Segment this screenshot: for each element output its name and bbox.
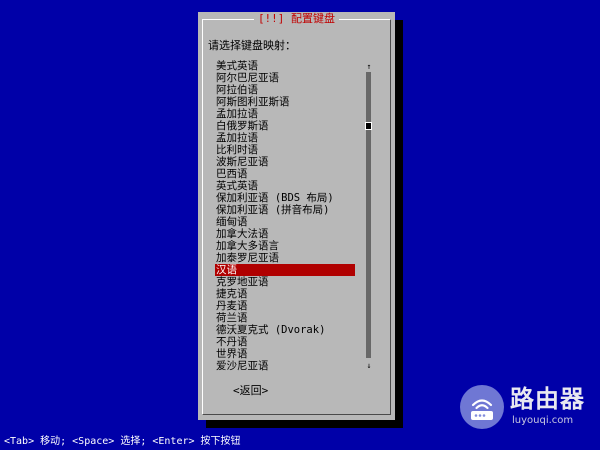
list-item[interactable]: 孟加拉语 bbox=[215, 108, 355, 120]
status-bar-help: <Tab> 移动; <Space> 选择; <Enter> 按下按钮 bbox=[4, 436, 241, 447]
dialog-title-text: [!!] 配置键盘 bbox=[253, 12, 340, 25]
router-icon bbox=[460, 385, 504, 429]
list-item[interactable]: 阿斯图利亚斯语 bbox=[215, 96, 355, 108]
list-item[interactable]: 孟加拉语 bbox=[215, 132, 355, 144]
list-item[interactable]: 世界语 bbox=[215, 348, 355, 360]
list-item[interactable]: 捷克语 bbox=[215, 288, 355, 300]
watermark-url: luyouqi.com bbox=[512, 415, 574, 426]
list-item[interactable]: 加拿大多语言 bbox=[215, 240, 355, 252]
list-item[interactable]: 波斯尼亚语 bbox=[215, 156, 355, 168]
list-item[interactable]: 阿拉伯语 bbox=[215, 84, 355, 96]
list-item[interactable]: 阿尔巴尼亚语 bbox=[215, 72, 355, 84]
back-button[interactable]: <返回> bbox=[233, 382, 268, 398]
keymap-list[interactable]: 美式英语 阿尔巴尼亚语 阿拉伯语 阿斯图利亚斯语 孟加拉语 白俄罗斯语 孟加拉语 比利时语 波斯… bbox=[215, 60, 355, 372]
list-item[interactable]: 比利时语 bbox=[215, 144, 355, 156]
list-item[interactable]: 美式英语 bbox=[215, 60, 355, 72]
keymap-prompt: 请选择键盘映射： bbox=[208, 39, 296, 52]
list-item[interactable]: 爱沙尼亚语 bbox=[215, 360, 355, 372]
watermark-name: 路由器 bbox=[510, 385, 585, 413]
dialog-title: [!!] 配置键盘 bbox=[198, 12, 395, 26]
scrollbar-thumb[interactable] bbox=[365, 122, 372, 130]
list-item[interactable]: 保加利亚语 (BDS 布局) bbox=[215, 192, 355, 204]
list-item[interactable]: 加拿大法语 bbox=[215, 228, 355, 240]
list-item[interactable]: 荷兰语 bbox=[215, 312, 355, 324]
list-item[interactable]: 保加利亚语 (拼音布局) bbox=[215, 204, 355, 216]
list-item[interactable]: 白俄罗斯语 bbox=[215, 120, 355, 132]
installer-screen: { "dialog": { "title": "[!!] 配置键盘", "pro… bbox=[0, 0, 600, 450]
list-item[interactable]: 克罗地亚语 bbox=[215, 276, 355, 288]
scroll-up-arrow-icon[interactable]: ↑ bbox=[365, 63, 373, 71]
scrollbar[interactable] bbox=[365, 72, 372, 358]
list-item[interactable]: 德沃夏克式 (Dvorak) bbox=[215, 324, 355, 336]
list-item[interactable]: 缅甸语 bbox=[215, 216, 355, 228]
scroll-down-arrow-icon[interactable]: ↓ bbox=[365, 362, 373, 370]
list-item[interactable]: 巴西语 bbox=[215, 168, 355, 180]
watermark: 路由器 luyouqi.com bbox=[456, 383, 596, 431]
configure-keyboard-dialog: [!!] 配置键盘 请选择键盘映射： 美式英语 阿尔巴尼亚语 阿拉伯语 阿斯图利亚斯语… bbox=[198, 12, 395, 420]
list-item-selected[interactable]: 汉语 bbox=[215, 264, 355, 276]
list-item[interactable]: 加泰罗尼亚语 bbox=[215, 252, 355, 264]
list-item[interactable]: 英式英语 bbox=[215, 180, 355, 192]
list-item[interactable]: 不丹语 bbox=[215, 336, 355, 348]
list-item[interactable]: 丹麦语 bbox=[215, 300, 355, 312]
